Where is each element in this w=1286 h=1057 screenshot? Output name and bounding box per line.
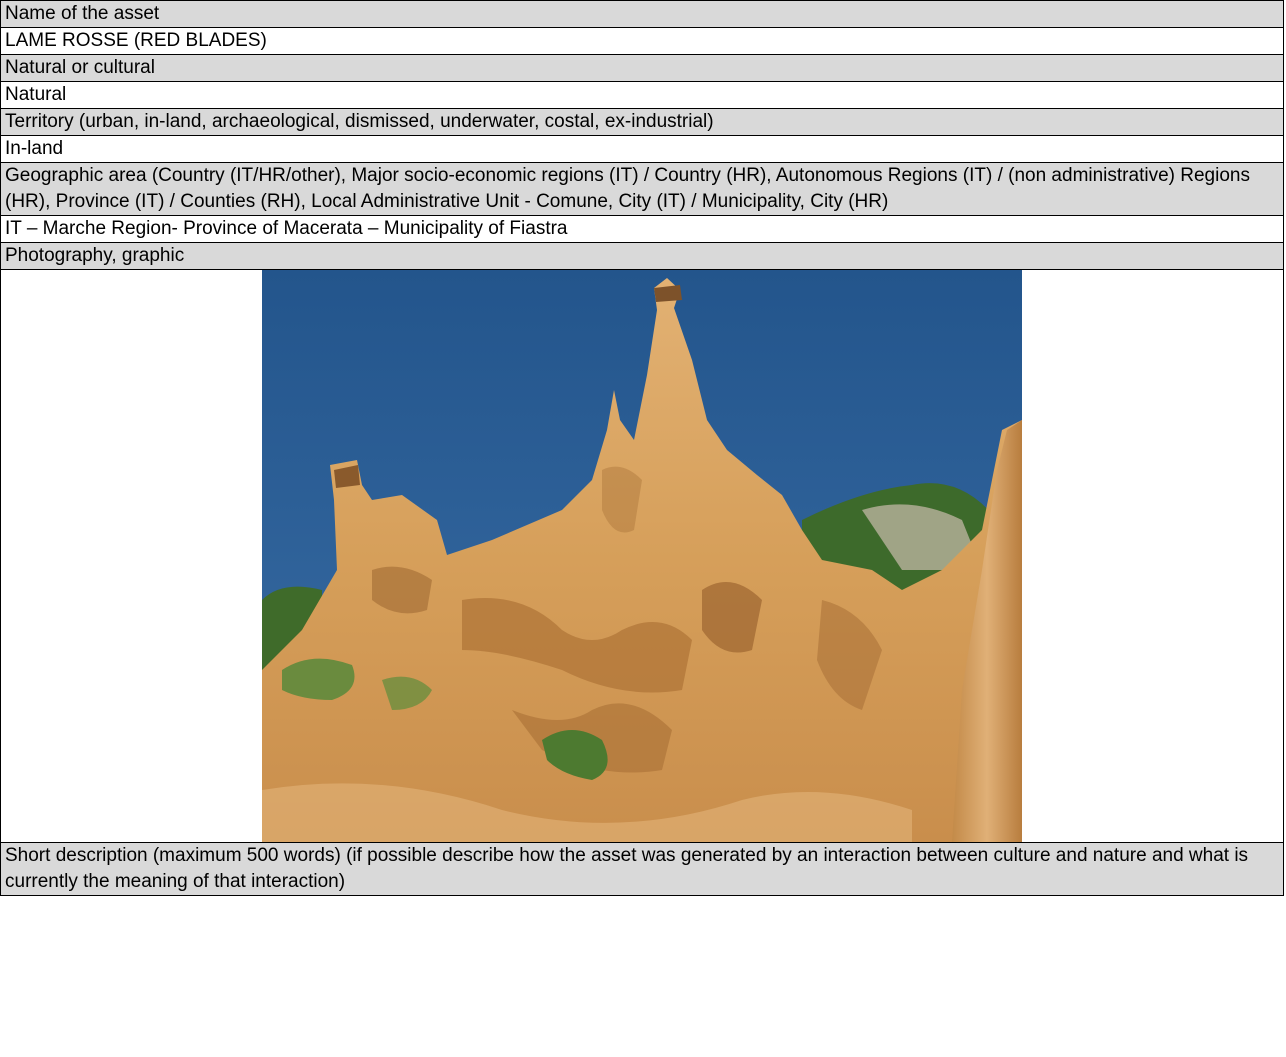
field-value-type: Natural xyxy=(0,81,1284,109)
field-label-name: Name of the asset xyxy=(0,0,1284,28)
form-row: Name of the asset xyxy=(0,0,1284,28)
form-row: Photography, graphic xyxy=(0,242,1284,270)
form-row: IT – Marche Region- Province of Macerata… xyxy=(0,215,1284,243)
form-row: Natural xyxy=(0,81,1284,109)
field-label-territory: Territory (urban, in-land, archaeologica… xyxy=(0,108,1284,136)
field-value-geographic-area: IT – Marche Region- Province of Macerata… xyxy=(0,215,1284,243)
field-label-type: Natural or cultural xyxy=(0,54,1284,82)
form-row: LAME ROSSE (RED BLADES) xyxy=(0,27,1284,55)
field-value-territory: In-land xyxy=(0,135,1284,163)
field-label-short-description: Short description (maximum 500 words) (i… xyxy=(0,842,1284,896)
asset-photo xyxy=(262,270,1022,842)
form-row xyxy=(0,269,1284,843)
field-value-name: LAME ROSSE (RED BLADES) xyxy=(0,27,1284,55)
form-row: Territory (urban, in-land, archaeologica… xyxy=(0,108,1284,136)
form-row: Geographic area (Country (IT/HR/other), … xyxy=(0,162,1284,216)
lame-rosse-photo xyxy=(262,270,1022,842)
field-label-photography: Photography, graphic xyxy=(0,242,1284,270)
field-label-geographic-area: Geographic area (Country (IT/HR/other), … xyxy=(0,162,1284,216)
form-row: Short description (maximum 500 words) (i… xyxy=(0,842,1284,896)
photo-cell xyxy=(0,269,1284,843)
asset-form-table: Name of the asset LAME ROSSE (RED BLADES… xyxy=(0,0,1284,896)
form-row: Natural or cultural xyxy=(0,54,1284,82)
form-row: In-land xyxy=(0,135,1284,163)
